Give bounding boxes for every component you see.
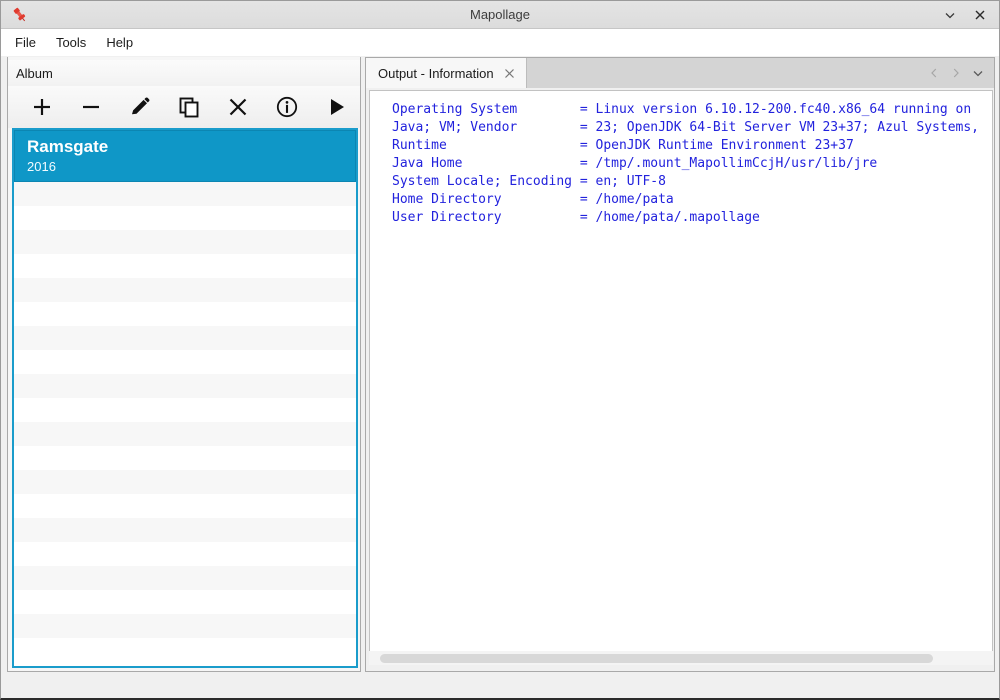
delete-button[interactable] [213, 87, 262, 127]
album-empty-row [14, 446, 356, 470]
chevron-right-icon[interactable] [948, 63, 964, 83]
album-empty-row [14, 278, 356, 302]
close-button[interactable] [965, 2, 995, 28]
output-text-area[interactable]: Operating System = Linux version 6.10.12… [369, 90, 993, 655]
output-text: Operating System = Linux version 6.10.12… [370, 91, 992, 227]
output-panel: Output - Information [365, 57, 995, 672]
album-empty-row [14, 542, 356, 566]
info-button[interactable] [262, 87, 311, 127]
album-empty-rows [14, 182, 356, 662]
album-empty-row [14, 398, 356, 422]
menu-item-file[interactable]: File [5, 31, 46, 55]
album-empty-row [14, 254, 356, 278]
tab-close-icon[interactable] [502, 65, 518, 81]
album-empty-row [14, 518, 356, 542]
menu-item-help[interactable]: Help [96, 31, 143, 55]
run-button[interactable] [311, 87, 360, 127]
tab-strip: Output - Information [366, 58, 994, 88]
menu-bar: File Tools Help [1, 29, 999, 56]
album-header-title: Album [8, 66, 53, 81]
album-item-title: Ramsgate [27, 136, 343, 158]
album-empty-row [14, 182, 356, 206]
pushpin-icon [7, 2, 33, 28]
horizontal-scrollbar[interactable] [369, 651, 993, 665]
album-empty-row [14, 326, 356, 350]
album-panel: Album [7, 57, 361, 672]
album-empty-row [14, 470, 356, 494]
album-empty-row [14, 590, 356, 614]
album-empty-row [14, 206, 356, 230]
album-empty-row [14, 374, 356, 398]
album-empty-row [14, 638, 356, 662]
album-empty-row [14, 302, 356, 326]
album-empty-row [14, 230, 356, 254]
album-empty-row [14, 350, 356, 374]
album-item-subtitle: 2016 [27, 158, 343, 176]
album-list[interactable]: Ramsgate 2016 [12, 128, 358, 668]
tab-label: Output - Information [378, 66, 494, 81]
tab-output-information[interactable]: Output - Information [366, 58, 527, 88]
album-header: Album [8, 60, 360, 86]
window-title: Mapollage [1, 1, 999, 29]
album-empty-row [14, 422, 356, 446]
minimize-button[interactable] [935, 2, 965, 28]
edit-button[interactable] [116, 87, 165, 127]
window-controls [935, 1, 995, 29]
scrollbar-thumb[interactable] [380, 654, 933, 663]
chevron-down-icon[interactable] [970, 63, 986, 83]
chevron-left-icon[interactable] [926, 63, 942, 83]
tab-strip-spacer [527, 58, 926, 88]
tab-strip-nav [926, 58, 994, 88]
menu-item-tools[interactable]: Tools [46, 31, 96, 55]
album-toolbar [8, 86, 360, 128]
copy-button[interactable] [165, 87, 214, 127]
application-window: Mapollage File Tools Help Album [0, 0, 1000, 700]
add-button[interactable] [18, 87, 67, 127]
list-item[interactable]: Ramsgate 2016 [14, 130, 356, 182]
remove-button[interactable] [67, 87, 116, 127]
title-bar: Mapollage [1, 1, 999, 29]
album-empty-row [14, 614, 356, 638]
album-empty-row [14, 494, 356, 518]
album-empty-row [14, 566, 356, 590]
